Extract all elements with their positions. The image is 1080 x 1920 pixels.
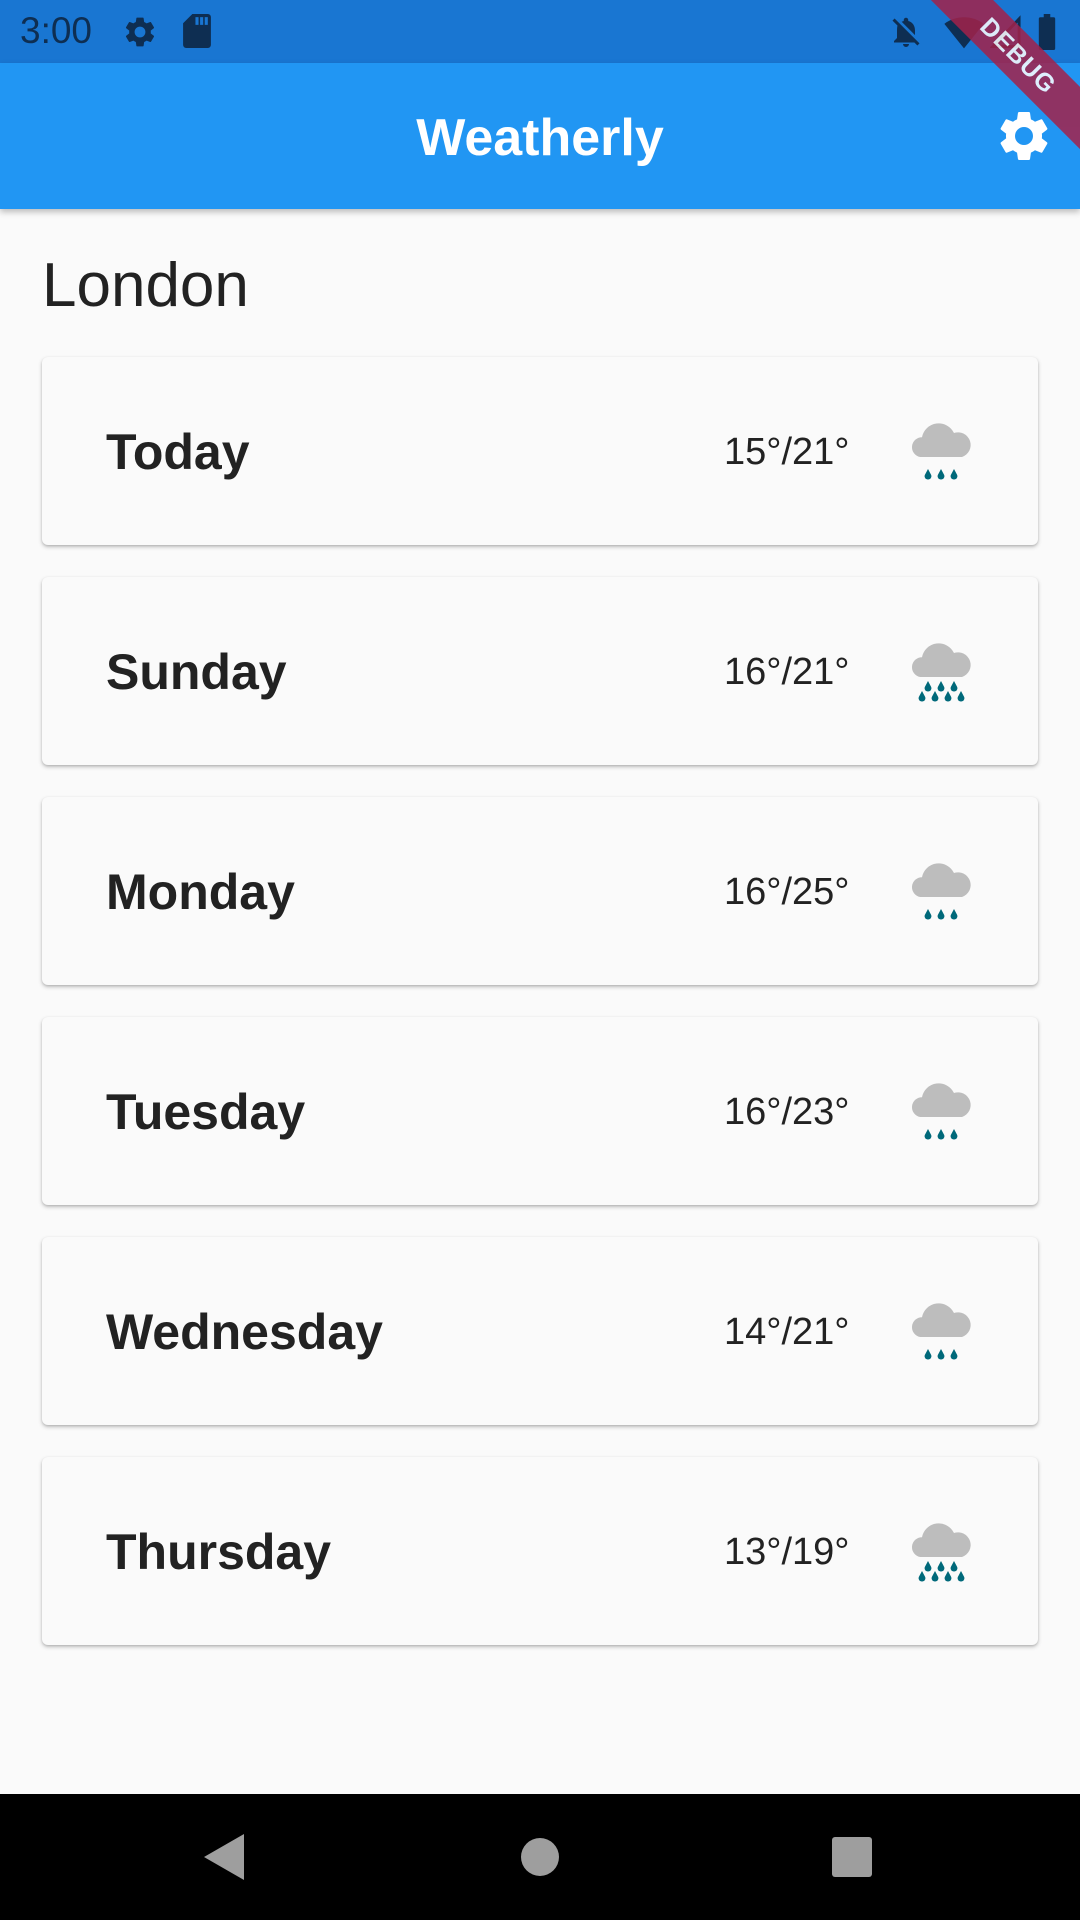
light-rain-icon <box>911 1083 971 1140</box>
home-icon[interactable] <box>518 1830 562 1884</box>
day-name: Thursday <box>106 1524 332 1580</box>
day-temperature: 16°/25° <box>724 871 850 913</box>
status-time: 3:00 <box>20 10 93 51</box>
day-temperature: 16°/23° <box>724 1091 850 1133</box>
sd-card-icon <box>183 14 211 48</box>
forecast-card[interactable]: Today 15°/21° <box>42 357 1038 545</box>
forecast-card[interactable]: Monday 16°/25° <box>42 797 1038 985</box>
light-rain-icon <box>911 423 971 480</box>
day-temperature: 14°/21° <box>724 1311 850 1353</box>
day-temperature: 15°/21° <box>724 431 850 473</box>
battery-icon <box>1038 14 1056 50</box>
day-name: Monday <box>106 864 295 920</box>
gear-icon <box>125 17 155 47</box>
day-name: Wednesday <box>106 1304 383 1360</box>
forecast-card[interactable]: Thursday 13°/19° <box>42 1457 1038 1645</box>
heavy-rain-icon <box>911 1523 971 1582</box>
city-name: London <box>42 251 249 320</box>
app-title: Weatherly <box>416 109 664 167</box>
day-temperature: 16°/21° <box>724 651 850 693</box>
recents-icon[interactable] <box>830 1830 874 1884</box>
day-name: Tuesday <box>106 1084 306 1140</box>
light-rain-icon <box>911 1303 971 1360</box>
app-bar: Weatherly <box>0 63 1080 209</box>
day-name: Today <box>106 424 250 480</box>
navigation-bar <box>0 1794 1080 1920</box>
forecast-card[interactable]: Sunday 16°/21° <box>42 577 1038 765</box>
day-temperature: 13°/19° <box>724 1531 850 1573</box>
light-rain-icon <box>911 863 971 920</box>
day-name: Sunday <box>106 644 287 700</box>
back-icon[interactable] <box>200 1830 250 1884</box>
notifications-off-icon <box>892 17 920 47</box>
forecast-list: Today 15°/21° Sunday 16°/21° Monday 16°/… <box>42 357 1038 1677</box>
forecast-card[interactable]: Tuesday 16°/23° <box>42 1017 1038 1205</box>
forecast-card[interactable]: Wednesday 14°/21° <box>42 1237 1038 1425</box>
heavy-rain-icon <box>911 643 971 702</box>
status-bar: 3:00 <box>0 0 1080 63</box>
